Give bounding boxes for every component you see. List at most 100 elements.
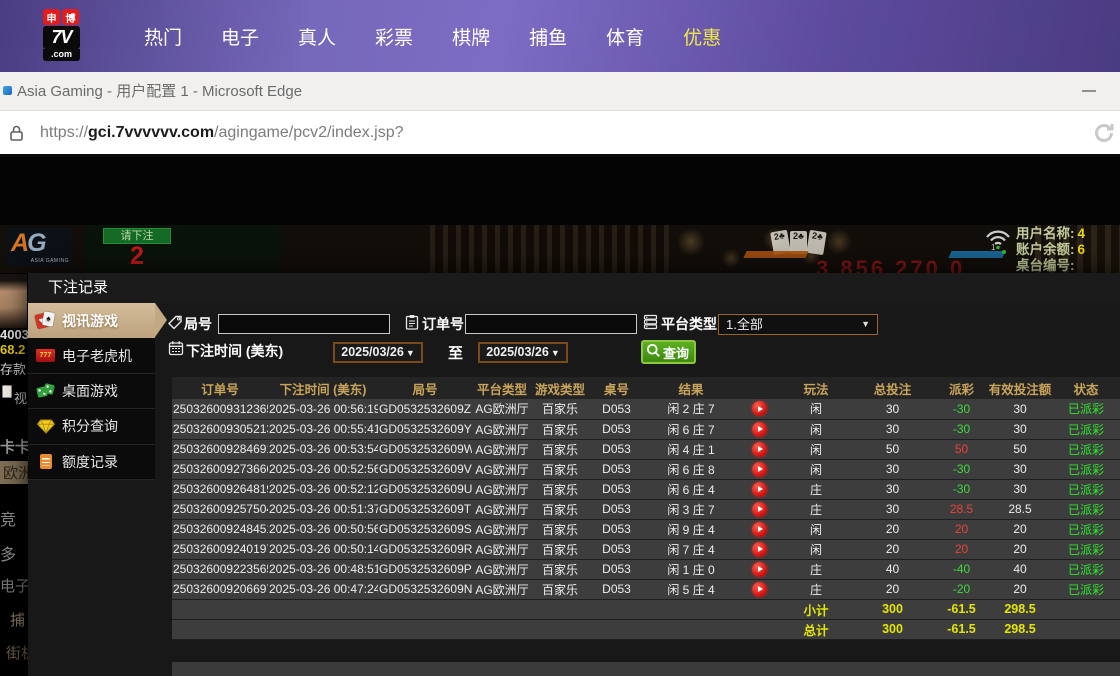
sidebar-item[interactable]: 桌面游戏 xyxy=(28,374,155,409)
valid-bet-cell: 20 xyxy=(988,579,1052,599)
bg-fragment: 卡卡 xyxy=(0,436,30,457)
panel-sidebar: ♥♠视讯游戏777电子老虎机桌面游戏积分查询额度记录 xyxy=(28,303,155,480)
payout-cell: -30 xyxy=(935,479,988,499)
game-cell: 百家乐 xyxy=(532,479,588,499)
sidebar-item[interactable]: 777电子老虎机 xyxy=(28,338,155,373)
empty-cell xyxy=(172,599,268,619)
nav-item[interactable]: 真人 xyxy=(298,23,336,50)
play-cell: 庄 xyxy=(782,559,850,579)
payout-cell: -61.5 xyxy=(935,619,988,639)
time-cell: 2025-03-26 00:55:41 xyxy=(268,419,378,439)
round-cell: GD0532532609Y xyxy=(378,419,472,439)
nav-item[interactable]: 优惠 xyxy=(683,23,721,50)
sidebar-item[interactable]: ♥♠视讯游戏 xyxy=(28,303,155,338)
replay-cell xyxy=(737,539,782,559)
table-row: 2503260092066972025-03-26 00:47:24GD0532… xyxy=(172,579,1120,599)
nav-item[interactable]: 棋牌 xyxy=(452,23,490,50)
refresh-icon[interactable] xyxy=(1092,121,1116,150)
user-info-row: 用户名称:4 xyxy=(1016,226,1120,242)
asia-gaming-logo: AG ASIA GAMING xyxy=(7,228,71,266)
clipboard-icon xyxy=(404,314,420,335)
empty-cell xyxy=(268,599,378,619)
play-icon[interactable] xyxy=(752,422,767,437)
play-cell: 闲 xyxy=(782,399,850,419)
result-cell: 闲 7 庄 4 xyxy=(645,539,737,559)
table-cell: D053 xyxy=(588,439,645,459)
date-from-select[interactable]: 2025/03/26▼ xyxy=(333,342,423,363)
game-cell: 百家乐 xyxy=(532,539,588,559)
minimize-button[interactable] xyxy=(1082,90,1096,92)
table-cell: D053 xyxy=(588,559,645,579)
search-button-label: 查询 xyxy=(663,343,689,362)
empty-cell xyxy=(1052,619,1120,639)
status-cell: 已派彩 xyxy=(1052,519,1120,539)
platform-select[interactable]: 1.全部 ▼ xyxy=(718,314,878,335)
order-cell: 250326009257504 xyxy=(172,499,268,519)
empty-cell xyxy=(472,599,532,619)
search-button[interactable]: 查询 xyxy=(641,340,696,364)
total-bet-cell: 30 xyxy=(850,499,935,519)
game-cell: 百家乐 xyxy=(532,559,588,579)
play-icon[interactable] xyxy=(752,522,767,537)
table-cell: D053 xyxy=(588,479,645,499)
nav-item[interactable]: 电子 xyxy=(221,23,259,50)
play-icon[interactable] xyxy=(752,542,767,557)
play-icon[interactable] xyxy=(752,482,767,497)
date-to-select[interactable]: 2025/03/26▼ xyxy=(478,342,568,363)
play-icon[interactable] xyxy=(752,462,767,477)
result-cell: 闲 2 庄 7 xyxy=(645,399,737,419)
nav-item[interactable]: 捕鱼 xyxy=(529,23,567,50)
play-icon[interactable] xyxy=(752,582,767,597)
bg-fragment: 电子 xyxy=(0,575,30,596)
address-input[interactable]: https://gci.7vvvvvv.com/agingame/pcv2/in… xyxy=(40,111,404,154)
round-input[interactable] xyxy=(218,314,390,334)
round-cell: GD0532532609W xyxy=(378,439,472,459)
platform-select-value: 1.全部 xyxy=(726,317,763,332)
seat-status-dot xyxy=(1002,250,1006,254)
play-cell: 闲 xyxy=(782,439,850,459)
payout-cell: 28.5 xyxy=(935,499,988,519)
table-body: 2503260093123652025-03-26 00:56:19GD0532… xyxy=(172,399,1120,639)
platform-list-icon xyxy=(643,314,658,335)
empty-cell xyxy=(532,599,588,619)
nav-item[interactable]: 体育 xyxy=(606,23,644,50)
play-cell: 闲 xyxy=(782,419,850,439)
curtain-decor xyxy=(430,225,670,273)
chevron-down-icon: ▼ xyxy=(406,348,415,358)
time-cell: 2025-03-26 00:52:56 xyxy=(268,459,378,479)
empty-cell xyxy=(588,619,645,639)
play-icon[interactable] xyxy=(752,502,767,517)
column-header: 有效投注额 xyxy=(988,377,1052,399)
empty-cell xyxy=(1052,599,1120,619)
time-cell: 2025-03-26 00:48:51 xyxy=(268,559,378,579)
url-path: /agingame/pcv2/index.jsp? xyxy=(214,124,403,141)
result-cell: 闲 6 庄 8 xyxy=(645,459,737,479)
sidebar-item[interactable]: 额度记录 xyxy=(28,445,155,480)
table-cell: D053 xyxy=(588,579,645,599)
document-icon xyxy=(36,453,55,470)
nav-item[interactable]: 热门 xyxy=(144,23,182,50)
table-cell: D053 xyxy=(588,519,645,539)
order-cell: 250326009305213 xyxy=(172,419,268,439)
play-icon[interactable] xyxy=(752,442,767,457)
play-icon[interactable] xyxy=(752,401,767,416)
browser-urlbar: https://gci.7vvvvvv.com/agingame/pcv2/in… xyxy=(0,111,1120,157)
replay-cell xyxy=(737,559,782,579)
game-cell: 百家乐 xyxy=(532,459,588,479)
sidebar-item[interactable]: 积分查询 xyxy=(28,409,155,444)
bg-fragment: 存款 xyxy=(0,359,26,378)
screen: 申 博 7V .com 热门电子真人彩票棋牌捕鱼体育优惠 Asia Gaming… xyxy=(0,0,1120,676)
logo-text: 7V xyxy=(43,26,80,49)
empty-cell xyxy=(378,599,472,619)
user-info-row: 桌台编号: xyxy=(1016,258,1120,273)
browser-titlebar: Asia Gaming - 用户配置 1 - Microsoft Edge xyxy=(0,72,1120,111)
table-cell: D053 xyxy=(588,539,645,559)
play-cell: 庄 xyxy=(782,579,850,599)
order-input[interactable] xyxy=(465,314,637,334)
site-logo[interactable]: 申 博 7V .com xyxy=(43,9,81,61)
play-icon[interactable] xyxy=(752,562,767,577)
total-bet-cell: 30 xyxy=(850,479,935,499)
nav-item[interactable]: 彩票 xyxy=(375,23,413,50)
game-cell: 百家乐 xyxy=(532,419,588,439)
platform-cell: AG欧洲厅 xyxy=(472,439,532,459)
